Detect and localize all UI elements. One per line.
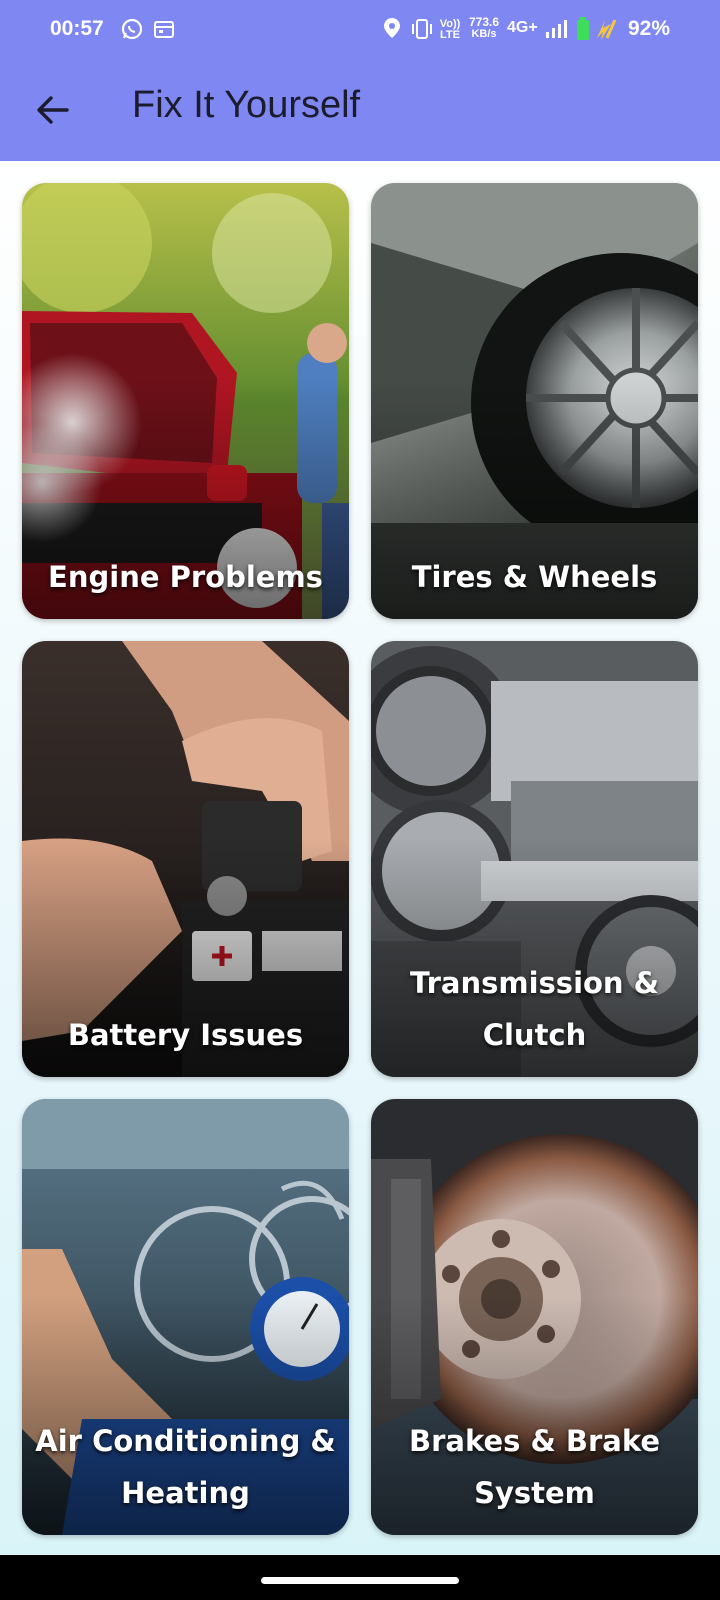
category-label: Engine Problems [48,560,323,594]
category-label: Brakes & Brake System [408,1424,661,1510]
category-card-ac[interactable]: Air Conditioning & Heating [22,1099,349,1535]
category-card-engine[interactable]: Engine Problems [22,183,349,619]
category-label: Tires & Wheels [411,560,658,594]
category-card-transmission[interactable]: Transmission & Clutch [371,641,698,1077]
lte-label: LTE [440,29,460,41]
location-icon [383,17,401,44]
category-label: Air Conditioning & Heating [35,1424,336,1510]
app-bar: Fix It Yourself [0,60,720,161]
category-label: Battery Issues [67,1018,304,1052]
whatsapp-icon [120,17,144,46]
category-card-battery[interactable]: Battery Issues [22,641,349,1077]
arrow-left-icon [37,96,69,124]
page-title: Fix It Yourself [132,84,361,126]
vibrate-icon [410,18,434,45]
network-type: 4G+ [507,19,538,36]
category-card-brakes[interactable]: Brakes & Brake System [371,1099,698,1535]
status-time: 00:57 [50,17,104,40]
category-card-tires[interactable]: Tires & Wheels [371,183,698,619]
calendar-icon [154,20,174,43]
network-speed-value: 773.6 [468,15,500,29]
back-button[interactable] [22,80,82,140]
status-bar: 00:57 Vo)) LTE 773.6 KB/s 4G+ 92% [0,0,720,60]
category-grid: Engine Problems Tires & Wheels Battery I… [0,161,720,1555]
battery-percent: 92% [628,17,671,40]
home-gesture-handle[interactable] [261,1577,459,1584]
network-speed-unit: KB/s [471,28,497,40]
signal-icon [545,19,567,44]
system-nav-bar [0,1555,720,1600]
category-label: Transmission & Clutch [410,966,659,1052]
battery-icon [575,16,621,47]
